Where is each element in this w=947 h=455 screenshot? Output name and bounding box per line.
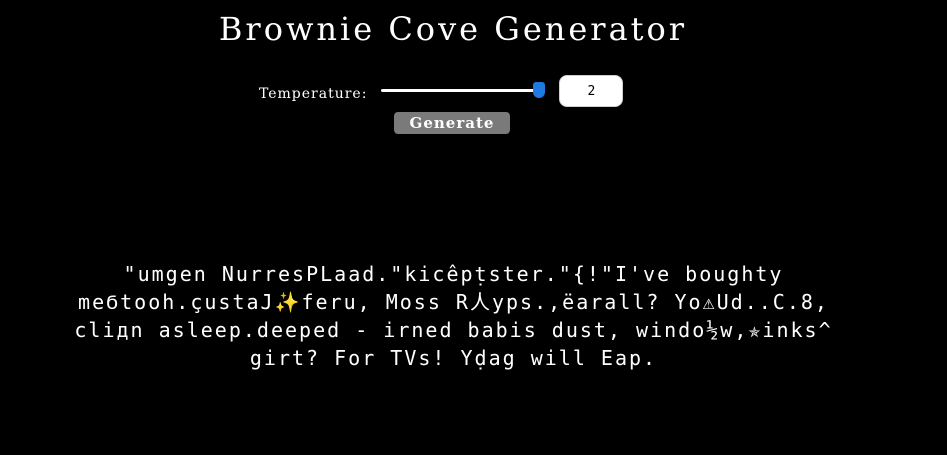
temperature-controls: Temperature: [259, 72, 624, 110]
temperature-slider[interactable] [381, 81, 546, 101]
generate-button[interactable]: Generate [394, 112, 510, 134]
slider-thumb[interactable] [533, 82, 546, 98]
temperature-label: Temperature: [259, 86, 368, 102]
generated-text: "umgen NurresPLaad."kicêpṭster."{!"I've … [74, 262, 833, 370]
page-title: Brownie Cove Generator [218, 10, 688, 48]
slider-track[interactable] [381, 89, 540, 92]
temperature-input[interactable] [559, 75, 624, 107]
